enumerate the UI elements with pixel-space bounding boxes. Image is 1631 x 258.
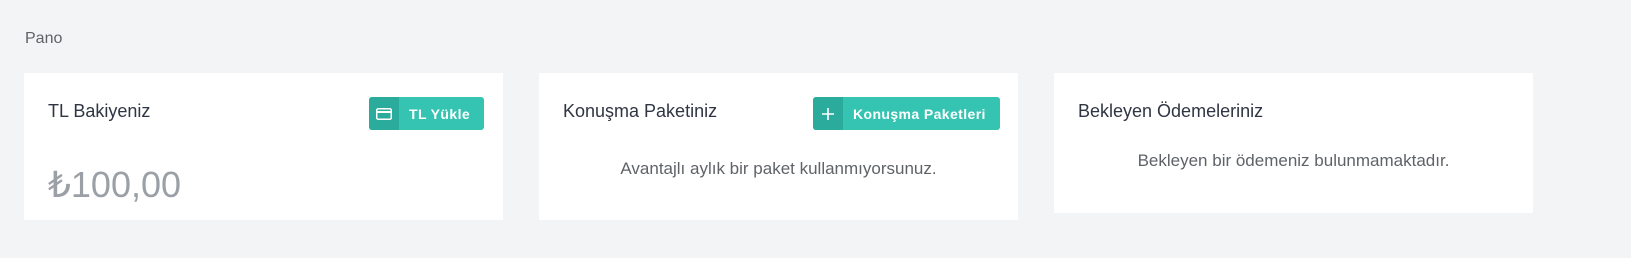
balance-card: TL Bakiyeniz TL Yükle ₺100,00 [24,73,503,220]
talk-packages-button-label: Konuşma Paketleri [853,105,986,122]
talk-package-card: Konuşma Paketiniz Konuşma Paketleri Avan… [539,73,1018,220]
talk-packages-button[interactable]: Konuşma Paketleri [813,97,1000,130]
talk-package-card-title: Konuşma Paketiniz [563,101,718,121]
credit-card-icon [369,97,399,130]
plus-icon [813,97,843,130]
balance-amount: ₺100,00 [48,164,182,205]
no-package-message: Avantajlı aylık bir paket kullanmıyorsun… [620,159,937,178]
load-tl-button-label: TL Yükle [409,105,471,122]
load-tl-button[interactable]: TL Yükle [369,97,485,130]
balance-card-title: TL Bakiyeniz [48,101,151,121]
pending-payments-card-title: Bekleyen Ödemeleriniz [1078,101,1264,121]
page-title: Pano [25,30,63,47]
pending-payments-card: Bekleyen Ödemeleriniz Bekleyen bir ödeme… [1054,73,1533,213]
no-pending-payments-message: Bekleyen bir ödemeniz bulunmamaktadır. [1137,151,1450,170]
